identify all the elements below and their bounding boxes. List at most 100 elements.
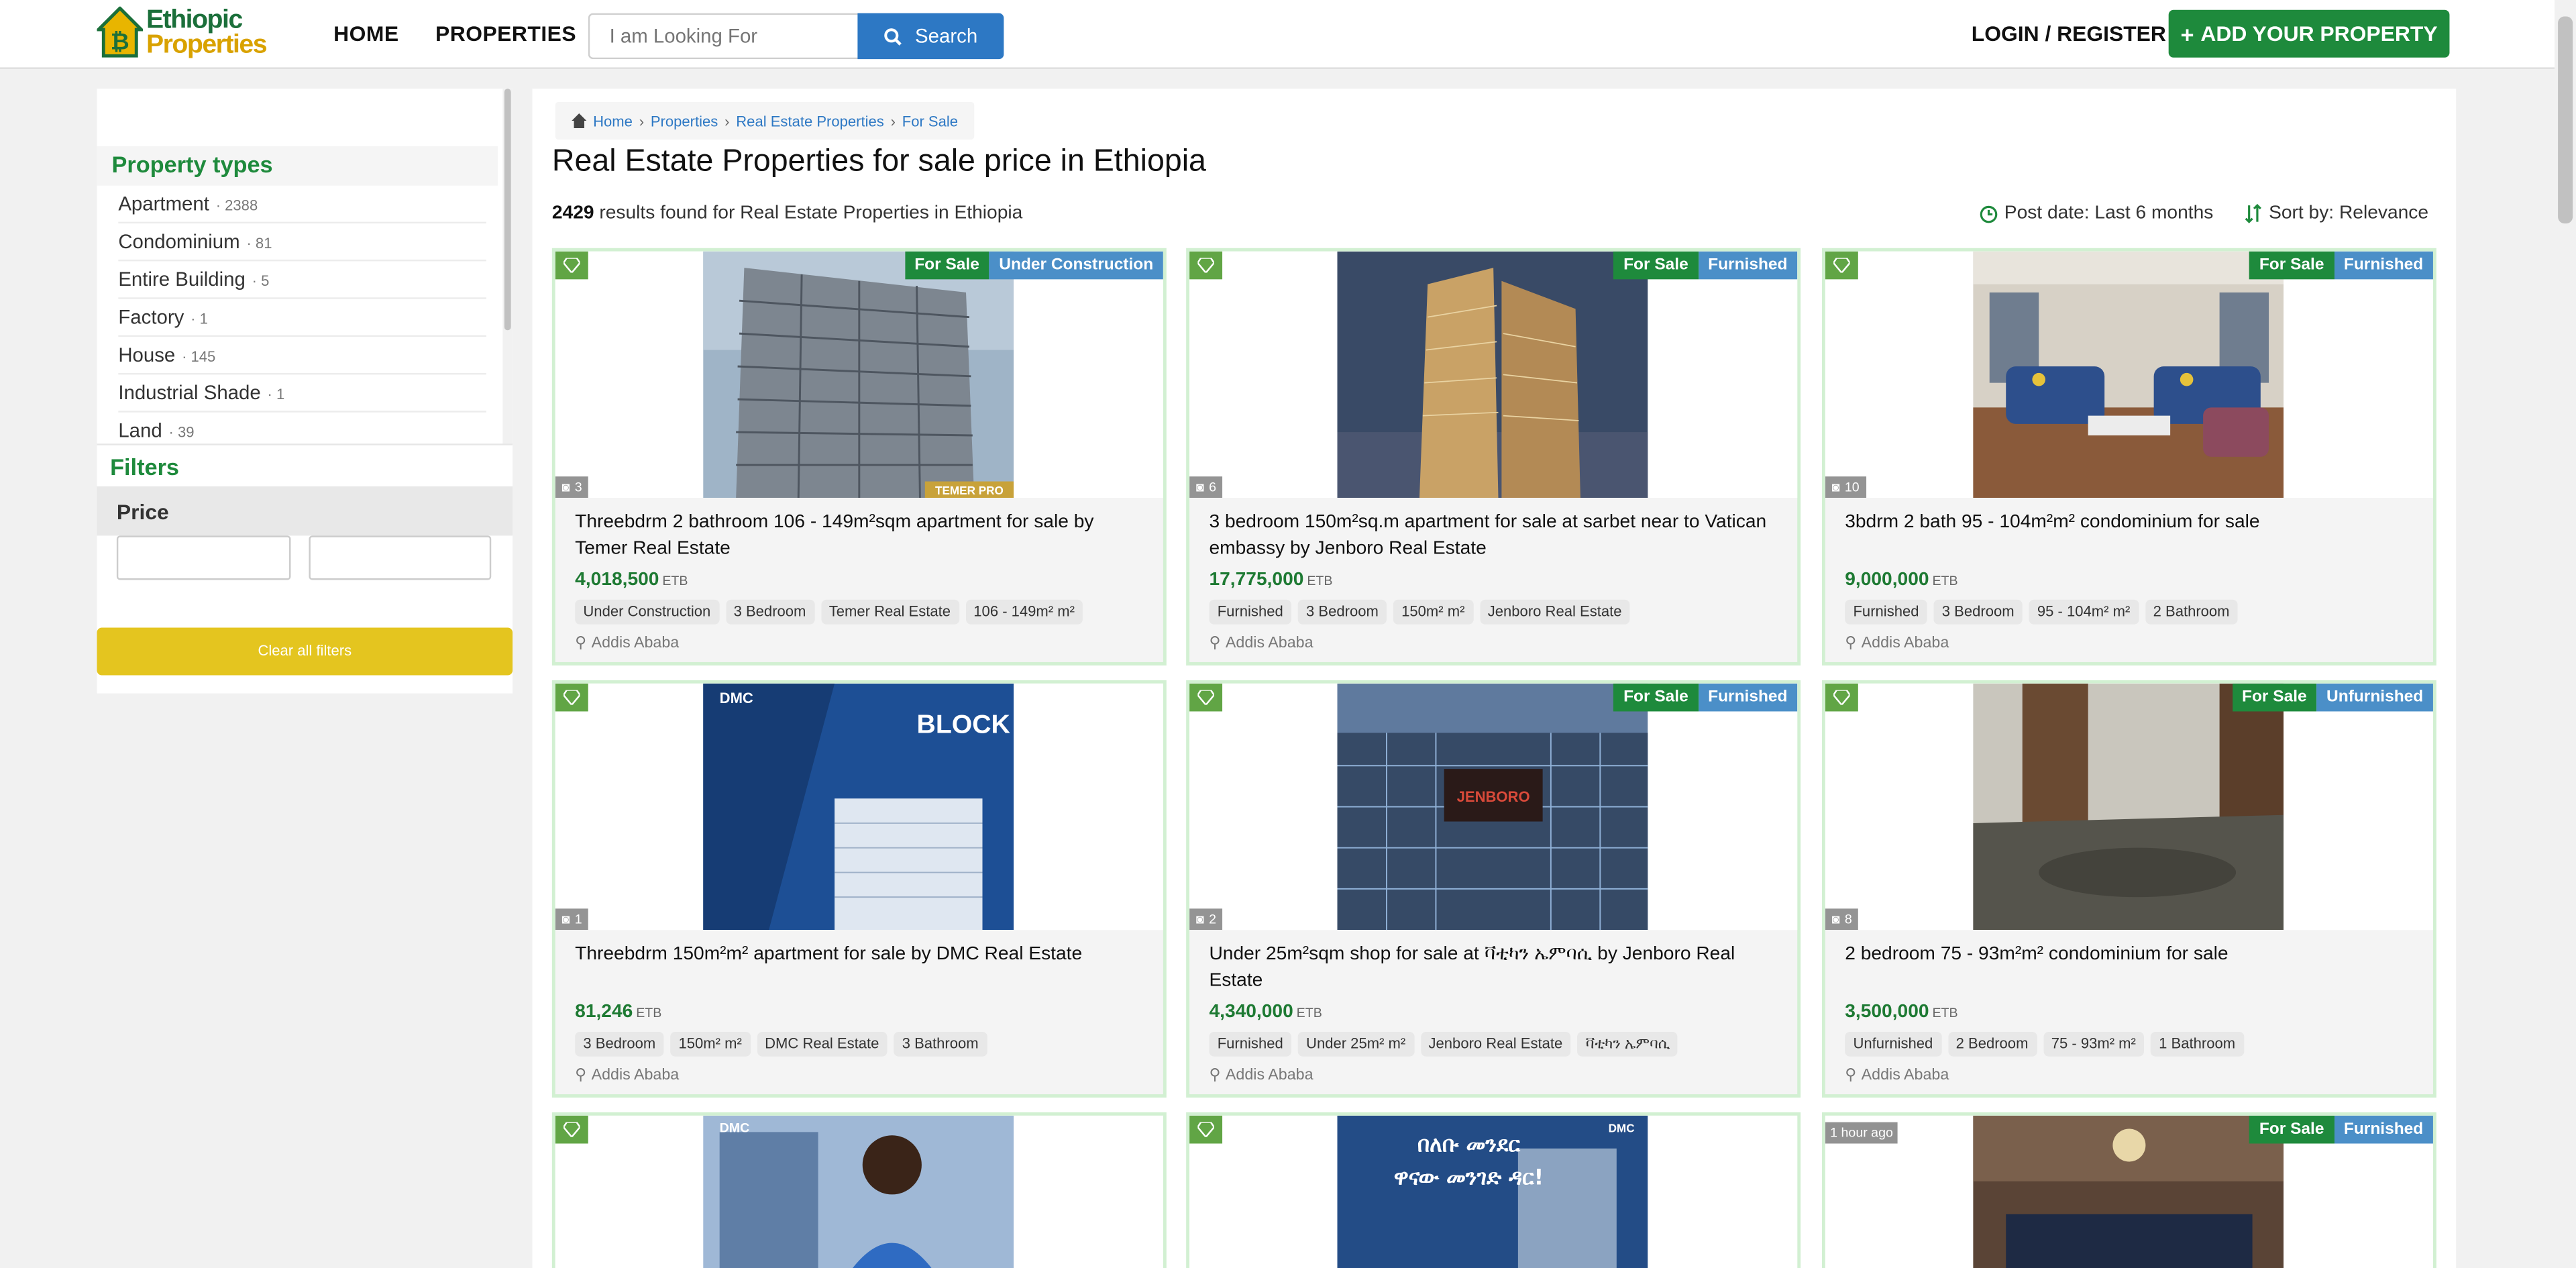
breadcrumb-separator: ›	[639, 112, 645, 129]
search-input[interactable]	[588, 13, 861, 60]
property-type-item[interactable]: Condominium · 81	[118, 223, 486, 262]
listing-price: 3,500,000 ETB	[1845, 1002, 1958, 1022]
property-type-label: Industrial Shade	[118, 381, 261, 405]
breadcrumb-home[interactable]: Home	[593, 113, 633, 129]
listing-card[interactable]: DMC	[551, 1112, 1167, 1268]
listing-title[interactable]: Under 25m²sqm shop for sale at ቫቲካን ኤምባሲ…	[1209, 941, 1784, 994]
feature-tag: Furnished	[1209, 1031, 1291, 1057]
listing-location: ⚲ Addis Ababa	[575, 1066, 680, 1085]
feature-tag: Furnished	[1209, 599, 1291, 625]
price-filter-header[interactable]: Price	[97, 486, 513, 536]
add-property-label: ADD YOUR PROPERTY	[2200, 21, 2438, 46]
page-scrollbar[interactable]	[2555, 0, 2576, 1268]
property-type-item[interactable]: Entire Building · 5	[118, 261, 486, 299]
photo-count: ◙ 2	[1189, 908, 1223, 931]
results-count: 2429	[551, 203, 594, 224]
property-type-item[interactable]: Industrial Shade · 1	[118, 374, 486, 413]
dmc-brand: DMC	[720, 690, 753, 706]
listing-card[interactable]: 1 hour ago For Sale Furnished	[1821, 1112, 2436, 1268]
property-type-label: Entire Building	[118, 268, 246, 291]
listing-location: ⚲ Addis Ababa	[1845, 1066, 1949, 1085]
listing-card[interactable]: For Sale Furnished ◙ 6 3 bedroom 150m²sq.…	[1186, 248, 1801, 666]
min-price-input[interactable]	[116, 535, 291, 580]
listing-features: Furnished 3 Bedroom 95 - 104m² m² 2 Bath…	[1845, 599, 2238, 625]
ad-amharic-line2: ዋናው መንገድ ዳር!	[1394, 1165, 1544, 1190]
svg-text:₿: ₿	[111, 28, 129, 55]
property-type-count: · 2388	[215, 197, 258, 214]
for-sale-badge: For Sale	[2249, 1115, 2334, 1144]
sort-dropdown[interactable]: Sort by: Relevance	[2244, 204, 2428, 223]
camera-icon: ◙	[561, 480, 570, 495]
listing-image[interactable]: For Sale Furnished ◙ 6	[1189, 251, 1798, 498]
listing-card[interactable]: BLOCK #2 DMC ◙1 Threebdrm 150m²m² apartm…	[551, 680, 1167, 1098]
listing-features: 3 Bedroom 150m² m² DMC Real Estate 3 Bat…	[575, 1031, 987, 1057]
map-pin-icon: ⚲	[575, 634, 587, 653]
listing-image[interactable]: For Sale Unfurnished ◙ 8	[1825, 683, 2433, 931]
listing-card[interactable]: በለቡ መንደር ዋናው መንገድ ዳር! DMC	[1186, 1112, 1801, 1268]
listing-title[interactable]: 3bdrm 2 bath 95 - 104m²m² condominium fo…	[1845, 509, 2420, 535]
temer-watermark: TEMER PRO	[935, 484, 1004, 497]
breadcrumb-properties[interactable]: Properties	[651, 113, 718, 129]
property-type-item[interactable]: Factory · 1	[118, 299, 486, 337]
listing-card[interactable]: For Sale Furnished ◙ 10 3bdrm 2 bath 95 -…	[1821, 248, 2436, 666]
post-date-filter[interactable]: Post date: Last 6 months	[1980, 204, 2213, 223]
feature-tag: Furnished	[1845, 599, 1927, 625]
feature-tag: 3 Bedroom	[1933, 599, 2023, 625]
listing-image[interactable]: For Sale Furnished ◙ 10	[1825, 251, 2433, 498]
breadcrumb-separator: ›	[724, 112, 730, 129]
condition-badge: Furnished	[1698, 251, 1798, 280]
listing-title[interactable]: 2 bedroom 75 - 93m²m² condominium for sa…	[1845, 941, 2420, 967]
property-types-title: Property types	[97, 146, 498, 186]
listing-location: ⚲ Addis Ababa	[1209, 1066, 1313, 1085]
property-type-item[interactable]: House · 145	[118, 337, 486, 375]
max-price-input[interactable]	[309, 535, 492, 580]
site-logo[interactable]: ₿ Ethiopic Properties	[95, 5, 268, 58]
feature-tag: 106 - 149m² m²	[965, 599, 1083, 625]
listing-card[interactable]: TEMER PRO For Sale Under Construction ◙ 3…	[551, 248, 1167, 666]
jenboro-sign: JENBORO	[1457, 788, 1530, 805]
feature-tag: Temer Real Estate	[820, 599, 959, 625]
property-type-item[interactable]: Apartment · 2388	[118, 186, 486, 224]
listing-card[interactable]: JENBORO For Sale Furnished ◙ 2 Under 25m²…	[1186, 680, 1801, 1098]
search-button[interactable]: Search	[857, 13, 1004, 60]
posted-time: 1 hour ago	[1825, 1122, 1898, 1144]
logo-line1: Ethiopic	[146, 5, 243, 34]
sort-label: Sort by: Relevance	[2269, 203, 2429, 224]
dmc-brand: DMC	[1609, 1121, 1635, 1134]
dark-living-room-photo	[1973, 1115, 2284, 1268]
login-register-link[interactable]: LOGIN / REGISTER	[1972, 21, 2166, 46]
listing-image[interactable]: DMC	[555, 1115, 1163, 1268]
for-sale-badge: For Sale	[2249, 251, 2334, 280]
search-button-label: Search	[915, 24, 978, 48]
home-icon	[572, 113, 587, 129]
listing-image[interactable]: በለቡ መንደር ዋናው መንገድ ዳር! DMC	[1189, 1115, 1798, 1268]
nav-properties[interactable]: PROPERTIES	[435, 21, 576, 46]
clear-filters-button[interactable]: Clear all filters	[97, 627, 513, 676]
sidebar-scrollbar[interactable]	[502, 89, 513, 445]
condition-badge: Furnished	[2334, 251, 2433, 280]
property-type-count: · 39	[168, 423, 195, 441]
feature-tag: 95 - 104m² m²	[2029, 599, 2139, 625]
add-property-button[interactable]: + ADD YOUR PROPERTY	[2168, 9, 2450, 58]
listing-price: 9,000,000 ETB	[1845, 570, 1958, 590]
leboo-ad-photo: በለቡ መንደር ዋናው መንገድ ዳር! DMC	[1337, 1115, 1648, 1268]
listing-title[interactable]: 3 bedroom 150m²sq.m apartment for sale a…	[1209, 509, 1784, 562]
breadcrumb-real-estate[interactable]: Real Estate Properties	[736, 113, 884, 129]
listing-image[interactable]: 1 hour ago For Sale Furnished	[1825, 1115, 2433, 1268]
breadcrumb-for-sale[interactable]: For Sale	[902, 113, 958, 129]
listing-image[interactable]: TEMER PRO For Sale Under Construction ◙ 3	[555, 251, 1163, 498]
shop-building-photo: JENBORO	[1337, 683, 1648, 931]
feature-tag: Jenboro Real Estate	[1479, 599, 1630, 625]
nav-home[interactable]: HOME	[333, 21, 399, 46]
listing-card[interactable]: For Sale Unfurnished ◙ 8 2 bedroom 75 - 9…	[1821, 680, 2436, 1098]
listing-image[interactable]: BLOCK #2 DMC ◙1	[555, 683, 1163, 931]
building-photo: TEMER PRO	[703, 251, 1014, 498]
clock-icon	[1980, 205, 1998, 223]
map-pin-icon: ⚲	[1209, 634, 1221, 653]
listing-title[interactable]: Threebdrm 150m²m² apartment for sale by …	[575, 941, 1150, 967]
listing-image[interactable]: JENBORO For Sale Furnished ◙ 2	[1189, 683, 1798, 931]
listing-title[interactable]: Threebdrm 2 bathroom 106 - 149m²sqm apar…	[575, 509, 1150, 562]
feature-tag: 3 Bathroom	[894, 1031, 987, 1057]
living-room-photo	[1973, 251, 2284, 498]
property-type-count: · 5	[252, 272, 270, 290]
